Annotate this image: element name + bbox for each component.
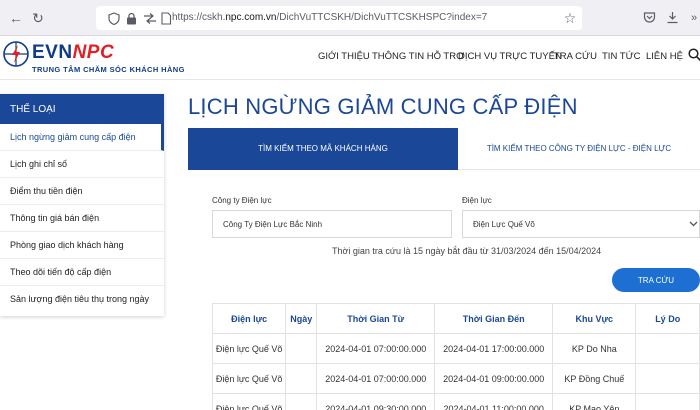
sidebar-item-theo-doi-tien-do[interactable]: Theo dõi tiến độ cấp điện (0, 259, 164, 286)
logo-subtitle: TRUNG TÂM CHĂM SÓC KHÁCH HÀNG (32, 65, 185, 74)
shield-icon[interactable] (108, 12, 120, 25)
page-title: LỊCH NGỪNG GIẢM CUNG CẤP ĐIỆN (188, 94, 578, 119)
logo-npc: NPC (72, 42, 115, 63)
cell-thoi-gian-tu: 2024-04-01 07:00:00.000 (316, 333, 436, 364)
table-row: Điện lực Quế Võ 2024-04-01 09:30:00.000 … (211, 393, 700, 410)
table-row: Điện lực Quế Võ 2024-04-01 07:00:00.000 … (211, 333, 700, 364)
cell-dien-luc: Điện lực Quế Võ (211, 333, 287, 364)
search-icon[interactable] (688, 48, 700, 62)
page-icon[interactable] (160, 12, 172, 25)
tab-search-by-company[interactable]: TÌM KIẾM THEO CÔNG TY ĐIỆN LỰC - ĐIỆN LỰ… (458, 128, 700, 170)
sidebar-item-lich-ghi-chi-so[interactable]: Lịch ghi chỉ số (0, 151, 164, 178)
logo-evn: EVN (32, 42, 73, 63)
column-header-dien-luc[interactable]: Điện lực (211, 303, 287, 334)
chevron-down-icon (689, 221, 698, 227)
sidebar-item-lich-ngung-giam[interactable]: Lịch ngừng giảm cung cấp điện (0, 124, 164, 151)
cell-khu-vuc: KP Đồng Chuế (552, 363, 637, 394)
column-header-thoi-gian-den[interactable]: Thời Gian Đến (434, 303, 554, 334)
branch-field-label: Điện lực (462, 196, 492, 205)
cell-thoi-gian-den: 2024-04-01 17:00:00.000 (434, 333, 554, 364)
cell-thoi-gian-tu: 2024-04-01 09:30:00.000 (316, 393, 436, 410)
table-header-row: Điện lực Ngày Thời Gian Từ Thời Gian Đến… (211, 303, 700, 334)
cell-ly-do (635, 363, 700, 394)
branch-select[interactable]: Điện Lực Quế Võ (462, 210, 700, 238)
download-icon[interactable] (666, 11, 679, 24)
column-header-khu-vuc[interactable]: Khu Vực (552, 303, 637, 334)
cell-dien-luc: Điện lực Quế Võ (211, 363, 287, 394)
evn-logo-icon (3, 41, 29, 67)
sidebar-item-phong-giao-dich[interactable]: Phòng giao dịch khách hàng (0, 232, 164, 259)
company-select-value: Công Ty Điện Lực Bắc Ninh (223, 220, 323, 229)
sidebar-title: THỂ LOẠI (0, 94, 164, 124)
logo-wordmark[interactable]: EVNNPC (32, 42, 114, 64)
cell-ly-do (635, 333, 700, 364)
url-prefix: https://cskh. (172, 12, 226, 23)
branch-select-value: Điện Lực Quế Võ (473, 220, 535, 229)
menu-dich-vu-truc-tuyen[interactable]: DỊCH VỤ TRỰC TUYẾN (458, 51, 562, 62)
column-header-ngay[interactable]: Ngày (285, 303, 318, 334)
url-text[interactable]: https://cskh.npc.com.vn/DichVuTTCSKH/Dic… (172, 12, 487, 23)
menu-tra-cuu[interactable]: TRA CỨU (554, 51, 597, 62)
column-header-ly-do[interactable]: Lý Do (635, 303, 700, 334)
sidebar-item-thong-tin-gia-ban-dien[interactable]: Thông tin giá bán điện (0, 205, 164, 232)
cell-thoi-gian-tu: 2024-04-01 07:00:00.000 (316, 363, 436, 394)
sidebar: THỂ LOẠI Lịch ngừng giảm cung cấp điện L… (0, 94, 164, 316)
permissions-icon[interactable] (143, 13, 157, 24)
cell-thoi-gian-den: 2024-04-01 11:00:00.000 (434, 393, 554, 410)
cell-ngay (285, 333, 318, 364)
column-header-thoi-gian-tu[interactable]: Thời Gian Từ (316, 303, 436, 334)
outage-table: Điện lực Ngày Thời Gian Từ Thời Gian Đến… (211, 303, 700, 410)
cell-thoi-gian-den: 2024-04-01 09:00:00.000 (434, 363, 554, 394)
tab-search-by-customer-code[interactable]: TÌM KIẾM THEO MÃ KHÁCH HÀNG (188, 128, 458, 170)
reload-icon[interactable]: ↻ (30, 10, 46, 26)
cell-ngay (285, 363, 318, 394)
more-tools-icon[interactable]: » (686, 10, 700, 26)
menu-thong-tin-ho-tro[interactable]: THÔNG TIN HỖ TRỢ (372, 51, 464, 62)
cell-ly-do (635, 393, 700, 410)
table-row: Điện lực Quế Võ 2024-04-01 07:00:00.000 … (211, 363, 700, 394)
pocket-icon[interactable] (643, 11, 656, 24)
menu-gioi-thieu[interactable]: GIỚI THIỆU (318, 51, 370, 62)
url-path: /DichVuTTCSKH/DichVuTTCSKHSPC?index=7 (276, 12, 488, 23)
bookmark-star-icon[interactable]: ☆ (562, 10, 578, 26)
search-period-note: Thời gian tra cứu là 15 ngày bắt đầu từ … (332, 246, 602, 256)
back-arrow-icon[interactable]: ← (8, 10, 24, 26)
menu-tin-tuc[interactable]: TIN TỨC (602, 51, 641, 62)
cell-dien-luc: Điện lực Quế Võ (211, 393, 287, 410)
sidebar-item-san-luong-dien[interactable]: Sản lượng điện tiêu thụ trong ngày (0, 286, 164, 313)
search-button[interactable]: TRA CỨU (612, 268, 700, 292)
cell-khu-vuc: KP Mao Yên (552, 393, 637, 410)
menu-lien-he[interactable]: LIÊN HỆ (646, 51, 683, 62)
lock-icon[interactable] (126, 12, 137, 25)
browser-toolbar: ← ↻ https://cskh.npc.com.vn/DichVuTTCSKH… (0, 0, 700, 36)
url-host: npc.com.vn (225, 12, 277, 23)
cell-khu-vuc: KP Do Nha (552, 333, 637, 364)
company-select[interactable]: Công Ty Điện Lực Bắc Ninh (212, 210, 452, 238)
sidebar-item-diem-thu-tien-dien[interactable]: Điểm thu tiền điện (0, 178, 164, 205)
company-field-label: Công ty Điện lực (212, 196, 272, 205)
cell-ngay (285, 393, 318, 410)
